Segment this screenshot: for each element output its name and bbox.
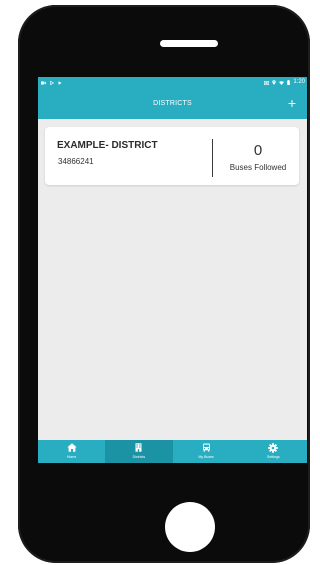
- status-time: 1:20: [293, 79, 305, 85]
- buses-followed-count: 0: [253, 142, 263, 159]
- nav-item-settings[interactable]: Settings: [240, 440, 307, 463]
- app-screen: 1:20 DISTRICTS + EXAMPLE- DISTRICT 34866…: [38, 77, 307, 463]
- wifi-icon: [279, 80, 285, 85]
- district-code: 34866241: [58, 157, 94, 166]
- bus-icon: [202, 443, 210, 452]
- play-store-icon: [58, 80, 62, 85]
- district-name: EXAMPLE- DISTRICT: [57, 140, 158, 151]
- card-divider: [212, 139, 213, 177]
- district-card[interactable]: EXAMPLE- DISTRICT 34866241 0 Buses Follo…: [45, 127, 299, 185]
- page: 1:20 DISTRICTS + EXAMPLE- DISTRICT 34866…: [0, 0, 310, 565]
- battery-icon: [287, 80, 291, 85]
- nav-label-settings: Settings: [267, 455, 280, 459]
- phone-speaker: [160, 40, 218, 47]
- video-icon: [41, 81, 46, 84]
- gear-icon: [268, 443, 279, 453]
- location-icon: [272, 80, 277, 85]
- play-icon: [50, 80, 54, 85]
- page-title: DISTRICTS: [153, 100, 192, 107]
- cast-icon: [264, 80, 270, 85]
- bottom-nav: Home Districts My Buses Settings: [38, 440, 307, 463]
- nav-item-districts[interactable]: Districts: [105, 440, 173, 463]
- status-indicators: 1:20: [264, 77, 305, 88]
- nav-label-my-buses: My Buses: [198, 455, 214, 459]
- add-district-button[interactable]: +: [283, 94, 301, 112]
- buses-followed-label: Buses Followed: [229, 163, 287, 172]
- status-bar: 1:20: [38, 77, 307, 88]
- nav-label-home: Home: [66, 455, 77, 459]
- nav-item-my-buses[interactable]: My Buses: [173, 440, 240, 463]
- home-icon: [66, 443, 77, 452]
- app-bar: DISTRICTS +: [38, 88, 307, 119]
- nav-label-districts: Districts: [132, 455, 146, 459]
- status-notifications: [41, 77, 62, 88]
- phone-home-button[interactable]: [165, 502, 215, 552]
- nav-item-home[interactable]: Home: [38, 440, 105, 463]
- building-icon: [135, 443, 142, 452]
